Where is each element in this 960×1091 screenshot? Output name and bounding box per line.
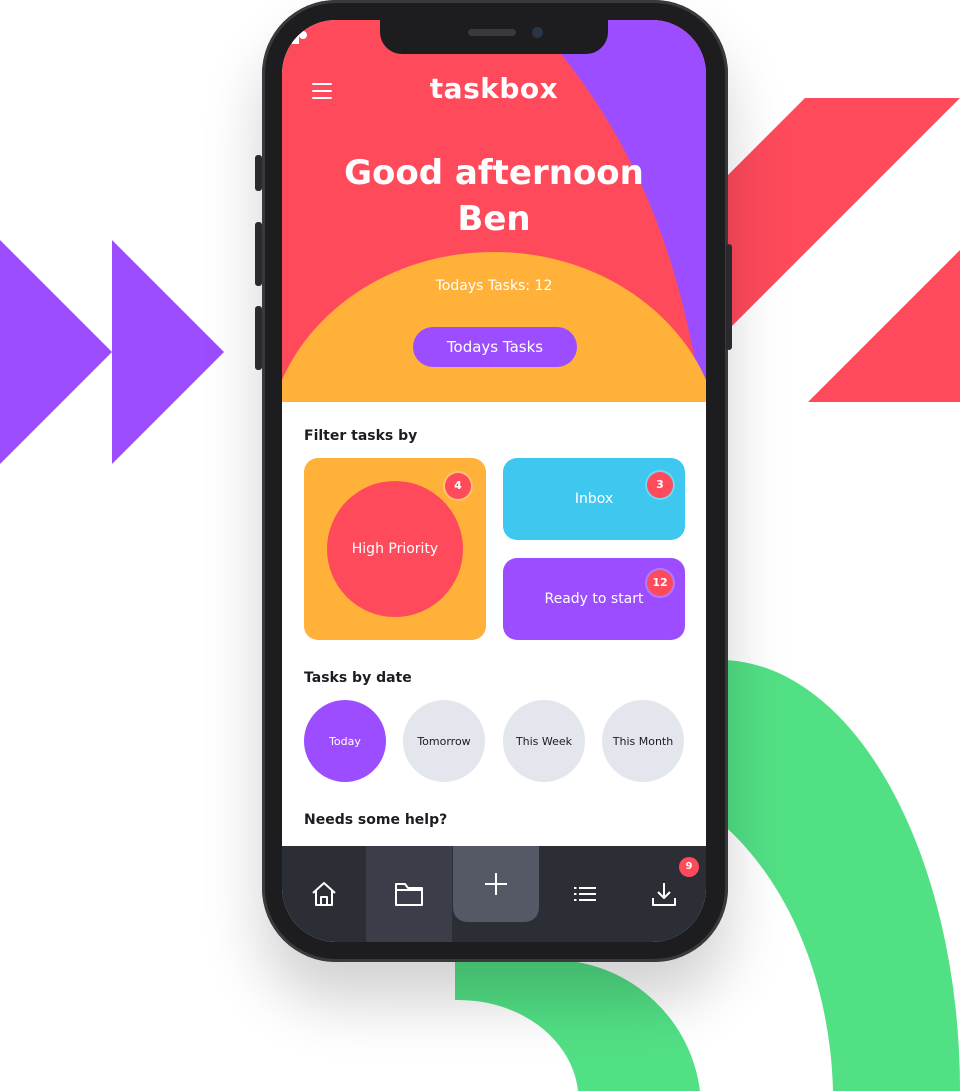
filter-heading: Filter tasks by [304,428,418,444]
red-triangle [808,250,960,402]
high-priority-label: High Priority [351,541,439,557]
inbox-tile[interactable]: Inbox 3 [503,458,685,540]
phone-volume-down [255,306,262,370]
greeting: Good afternoon Ben [302,150,686,242]
folder-icon [395,883,423,906]
home-icon [312,882,336,906]
app-title: taskbox [429,72,559,105]
green-arc-inner [455,960,700,1091]
phone-screen: taskbox Good afternoon Ben Todays Tasks:… [282,20,706,942]
tab-add-task[interactable] [453,846,539,922]
tab-list[interactable] [542,846,628,942]
phone-side-button [255,155,262,191]
high-priority-tile[interactable]: High Priority 4 [304,458,486,640]
ready-to-start-tile[interactable]: Ready to start 12 [503,558,685,640]
phone-power-button [726,244,732,350]
tab-folders[interactable] [366,846,452,942]
purple-arrow-left [0,240,112,464]
tasks-by-date-heading: Tasks by date [304,670,412,686]
inbox-badge: 3 [647,472,673,498]
date-filter-this-month[interactable]: This Month [602,700,684,782]
phone-notch [380,20,608,54]
downloads-badge: 9 [679,857,699,877]
list-icon [574,887,596,901]
todays-tasks-count: Todays Tasks: 12 [435,278,553,294]
plus-icon [485,873,507,895]
inbox-label: Inbox [574,491,614,507]
todays-tasks-button[interactable]: Todays Tasks [413,327,577,367]
date-filter-tomorrow[interactable]: Tomorrow [403,700,485,782]
greeting-line-1: Good afternoon [344,153,644,193]
date-filter-today[interactable]: Today [304,700,386,782]
tab-downloads[interactable]: 9 [622,846,706,942]
download-icon [652,883,676,906]
hero-header: taskbox Good afternoon Ben Todays Tasks:… [282,20,706,402]
speaker-grille [468,29,516,36]
ready-to-start-badge: 12 [647,570,673,596]
taskbox-logo-icon[interactable] [282,20,308,44]
phone-volume-up [255,222,262,286]
front-camera [532,27,543,38]
high-priority-badge: 4 [445,473,471,499]
green-arc-outer [720,660,960,1091]
date-filter-this-week[interactable]: This Week [503,700,585,782]
ready-to-start-label: Ready to start [544,591,644,607]
greeting-name: Ben [457,199,531,239]
bottom-tab-bar: 9 [282,846,706,942]
high-priority-circle: High Priority [327,481,463,617]
help-heading: Needs some help? [304,812,448,828]
tab-home[interactable] [282,846,366,942]
purple-arrow-right [112,240,224,464]
